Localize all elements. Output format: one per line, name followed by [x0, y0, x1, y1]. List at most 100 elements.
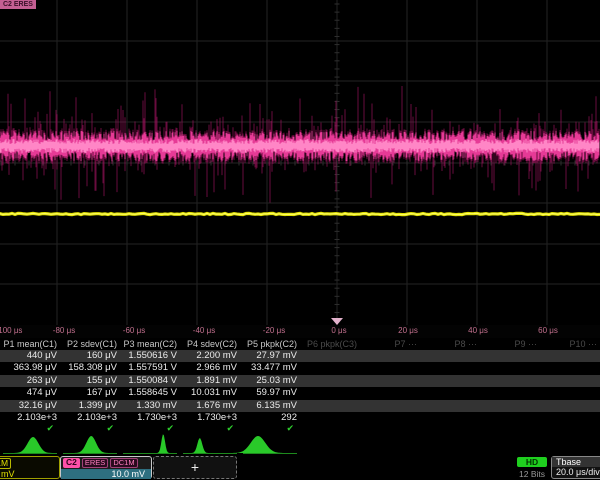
- c1-scale-value: 10.0 mV: [0, 469, 59, 479]
- timebase-scale-value: 20.0 μs/div: [552, 467, 600, 478]
- measure-value-cell: 27.97 mV: [240, 350, 300, 362]
- measure-value-cell: [420, 375, 480, 387]
- measure-header-p6[interactable]: P6 pkpk(C3): [300, 338, 360, 350]
- measure-value-cell: 167 μV: [60, 387, 120, 399]
- measure-value-cell: [300, 362, 360, 374]
- measure-value-cell: 1.676 mV: [180, 400, 240, 412]
- measure-header-p5[interactable]: P5 pkpk(C2): [240, 338, 300, 350]
- measure-value-cell: [300, 387, 360, 399]
- c2-trace[interactable]: [0, 86, 599, 203]
- measure-value-cell: 1.330 mV: [120, 400, 180, 412]
- measure-value-cell: [420, 412, 480, 424]
- measure-value-cell: [480, 400, 540, 412]
- measure-row: 32.16 μV1.399 μV1.330 mV1.676 mV6.135 mV: [0, 400, 600, 412]
- time-axis-label: -60 μs: [114, 326, 154, 335]
- time-axis-label: -40 μs: [184, 326, 224, 335]
- measure-value-cell: [420, 350, 480, 362]
- measure-header-p3[interactable]: P3 mean(C2): [120, 338, 180, 350]
- c1-trace[interactable]: [0, 213, 600, 214]
- measure-value-cell: 440 μV: [0, 350, 60, 362]
- measure-header-p4[interactable]: P4 sdev(C2): [180, 338, 240, 350]
- c2-coupling-badge: DC1M: [110, 458, 137, 468]
- measure-row: 474 μV167 μV1.558645 V10.031 mV59.97 mV: [0, 387, 600, 399]
- time-axis-label: -20 μs: [254, 326, 294, 335]
- measure-value-cell: [480, 412, 540, 424]
- measure-value-cell: [420, 400, 480, 412]
- measure-value-cell: 32.16 μV: [0, 400, 60, 412]
- measure-value-cell: [420, 387, 480, 399]
- trigger-position-marker[interactable]: [331, 318, 343, 325]
- hd-mode-badge[interactable]: HD: [517, 457, 547, 467]
- measure-value-cell: [540, 387, 600, 399]
- measure-row: 440 μV160 μV1.550616 V2.200 mV27.97 mV: [0, 350, 600, 362]
- c2-eres-badge: ERES: [82, 458, 108, 468]
- measure-header-p9[interactable]: P9 ···: [480, 338, 540, 350]
- histicon-p1[interactable]: [3, 437, 57, 454]
- measure-header-p10[interactable]: P10 ···: [540, 338, 600, 350]
- timebase-descriptor-box[interactable]: Tbase 20.0 μs/div: [551, 456, 600, 479]
- measure-header-p7[interactable]: P7 ···: [360, 338, 420, 350]
- measure-value-cell: 363.98 μV: [0, 362, 60, 374]
- histicon-p4[interactable]: [183, 438, 237, 453]
- time-axis-label: 20 μs: [388, 326, 428, 335]
- measure-value-cell: 33.477 mV: [240, 362, 300, 374]
- timebase-title: Tbase: [552, 457, 600, 467]
- measure-header-p2[interactable]: P2 sdev(C1): [60, 338, 120, 350]
- histicon-p2[interactable]: [63, 436, 117, 454]
- measure-value-cell: [540, 375, 600, 387]
- measure-value-cell: 2.966 mV: [180, 362, 240, 374]
- measure-value-cell: [480, 350, 540, 362]
- hd-bits-label: 12 Bits: [512, 469, 552, 479]
- measure-value-cell: [360, 375, 420, 387]
- trace-label-badge: C2 ERES: [0, 0, 36, 9]
- measure-value-cell: [300, 350, 360, 362]
- measure-value-cell: [480, 375, 540, 387]
- measure-row: 363.98 μV158.308 μV1.557591 V2.966 mV33.…: [0, 362, 600, 374]
- measure-value-cell: 2.200 mV: [180, 350, 240, 362]
- graticule: [0, 0, 600, 325]
- time-axis-label: -100 μs: [0, 326, 29, 335]
- descriptor-bar: DC1M 10.0 mV C2 ERES DC1M 10.0 mV + HD 1…: [0, 455, 600, 480]
- time-axis-label: 60 μs: [528, 326, 568, 335]
- measure-value-cell: 1.891 mV: [180, 375, 240, 387]
- measure-header-p8[interactable]: P8 ···: [420, 338, 480, 350]
- measure-value-cell: 1.558645 V: [120, 387, 180, 399]
- measure-value-cell: 155 μV: [60, 375, 120, 387]
- measure-value-cell: 25.03 mV: [240, 375, 300, 387]
- measure-value-cell: 1.557591 V: [120, 362, 180, 374]
- measure-value-cell: [540, 400, 600, 412]
- measure-value-cell: 160 μV: [60, 350, 120, 362]
- measure-value-cell: 6.135 mV: [240, 400, 300, 412]
- c2-scale-value: 10.0 mV: [61, 469, 151, 479]
- measure-value-cell: [360, 362, 420, 374]
- measure-value-cell: [300, 400, 360, 412]
- measure-value-cell: 1.550616 V: [120, 350, 180, 362]
- c1-descriptor-box[interactable]: DC1M 10.0 mV: [0, 456, 60, 479]
- measure-row: 263 μV155 μV1.550084 V1.891 mV25.03 mV: [0, 375, 600, 387]
- histicon-p5[interactable]: [233, 436, 297, 454]
- c2-channel-badge: C2: [63, 458, 80, 468]
- measure-value-cell: [540, 412, 600, 424]
- add-trace-button[interactable]: +: [153, 456, 237, 479]
- measure-header-p1[interactable]: P1 mean(C1): [0, 338, 60, 350]
- measure-value-cell: 59.97 mV: [240, 387, 300, 399]
- measurement-table: P1 mean(C1)P2 sdev(C1)P3 mean(C2)P4 sdev…: [0, 338, 600, 434]
- measure-value-cell: 158.308 μV: [60, 362, 120, 374]
- measure-value-cell: [480, 387, 540, 399]
- time-axis-label: 0 μs: [319, 326, 359, 335]
- c2-descriptor-box[interactable]: C2 ERES DC1M 10.0 mV: [60, 456, 152, 479]
- measure-value-cell: [540, 350, 600, 362]
- measure-value-cell: 1.550084 V: [120, 375, 180, 387]
- measure-value-cell: 474 μV: [0, 387, 60, 399]
- measure-value-cell: [360, 350, 420, 362]
- measure-value-cell: [360, 387, 420, 399]
- waveform-grid: [0, 0, 600, 325]
- measure-row: 2.103e+32.103e+31.730e+31.730e+3292: [0, 412, 600, 424]
- histicon-p3[interactable]: [123, 434, 177, 453]
- c1-coupling-badge: DC1M: [0, 458, 11, 469]
- measure-value-cell: [360, 400, 420, 412]
- measure-value-cell: [360, 412, 420, 424]
- measure-value-cell: 263 μV: [0, 375, 60, 387]
- oscilloscope-screen: C2 ERES -100 μs-80 μs-60 μs-40 μs-20 μs0…: [0, 0, 600, 480]
- measure-value-cell: [480, 362, 540, 374]
